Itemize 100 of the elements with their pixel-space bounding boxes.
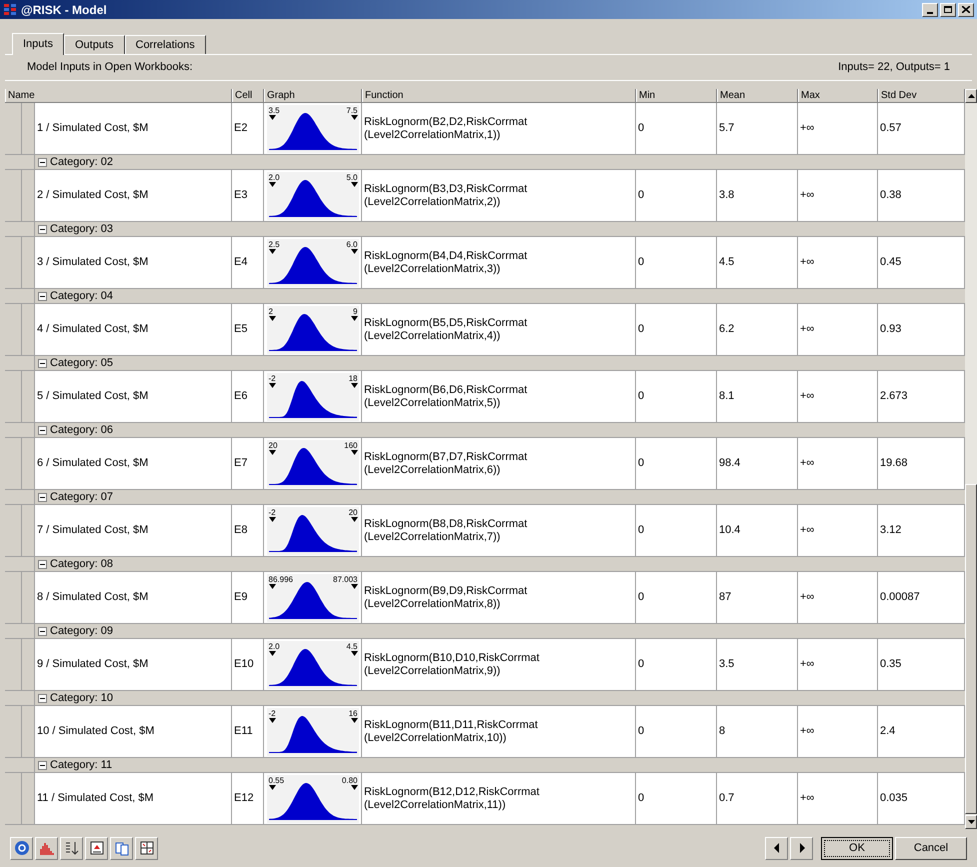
collapse-toggle[interactable] bbox=[38, 760, 47, 770]
graph-left-label: -2 bbox=[268, 374, 276, 382]
left-marker-icon[interactable] bbox=[268, 316, 276, 320]
previous-icon[interactable] bbox=[765, 836, 788, 860]
max-value: +∞ bbox=[800, 390, 814, 403]
right-marker-icon[interactable] bbox=[350, 516, 358, 522]
graph-right-label: 6.0 bbox=[346, 240, 358, 248]
copy-icon[interactable] bbox=[110, 836, 133, 860]
cancel-button[interactable]: Cancel bbox=[895, 836, 967, 860]
std-dev-value: 0.35 bbox=[880, 658, 902, 671]
window-title: @RISK - Model bbox=[21, 2, 107, 19]
collapse-toggle[interactable] bbox=[38, 224, 47, 234]
left-marker-icon[interactable] bbox=[268, 650, 276, 656]
min-value: 0 bbox=[638, 189, 644, 202]
mean-value: 8 bbox=[719, 725, 726, 738]
right-marker-icon[interactable] bbox=[350, 718, 358, 722]
help-icon[interactable] bbox=[10, 836, 33, 860]
left-marker-icon[interactable] bbox=[268, 248, 276, 254]
cell-reference: E8 bbox=[234, 524, 248, 537]
right-marker-icon[interactable] bbox=[350, 182, 358, 186]
maximize-button[interactable] bbox=[940, 2, 956, 17]
category-label: Category: 03 bbox=[50, 222, 113, 236]
graph-left-label: -2 bbox=[268, 508, 276, 516]
close-button[interactable] bbox=[958, 2, 974, 17]
collapse-toggle[interactable] bbox=[38, 560, 47, 568]
column-header[interactable]: Mean bbox=[717, 89, 798, 102]
collapse-toggle[interactable] bbox=[38, 626, 47, 636]
std-dev-value: 0.57 bbox=[880, 122, 902, 135]
right-marker-icon[interactable] bbox=[350, 248, 358, 254]
grid-icon[interactable] bbox=[135, 836, 158, 860]
cell-reference: E5 bbox=[234, 323, 248, 336]
column-header[interactable]: Graph bbox=[264, 89, 362, 102]
function-text: RiskLognorm(B11,D11,RiskCorrmat (Level2CorrelationMatrix,10)) bbox=[364, 718, 538, 744]
sort-icon[interactable] bbox=[60, 836, 83, 860]
app-logo-icon bbox=[3, 2, 19, 18]
right-marker-icon[interactable] bbox=[350, 450, 358, 454]
function-text: RiskLognorm(B2,D2,RiskCorrmat (Level2CorrelationMatrix,1)) bbox=[364, 116, 528, 142]
category-label: Category: 05 bbox=[50, 356, 113, 370]
mean-value: 0.7 bbox=[719, 792, 734, 805]
collapse-toggle[interactable] bbox=[38, 492, 47, 502]
graph-left-label: 86.996 bbox=[268, 574, 293, 584]
collapse-toggle[interactable] bbox=[38, 358, 47, 368]
left-marker-icon[interactable] bbox=[268, 784, 276, 790]
right-marker-icon[interactable] bbox=[350, 316, 358, 320]
input-name: 5 / Simulated Cost, $M bbox=[37, 390, 148, 403]
function-text: RiskLognorm(B9,D9,RiskCorrmat (Level2CorrelationMatrix,8)) bbox=[364, 584, 528, 610]
max-value: +∞ bbox=[800, 189, 814, 202]
scrollbar[interactable] bbox=[965, 89, 977, 829]
input-name: 11 / Simulated Cost, $M bbox=[37, 792, 154, 805]
category-label: Category: 02 bbox=[50, 156, 113, 168]
min-value: 0 bbox=[638, 457, 644, 470]
std-dev-value: 0.38 bbox=[880, 189, 902, 202]
window-icon[interactable] bbox=[85, 836, 108, 860]
category-label: Category: 10 bbox=[50, 692, 113, 704]
min-value: 0 bbox=[638, 792, 644, 805]
graph-right-label: 7.5 bbox=[346, 106, 358, 114]
right-marker-icon[interactable] bbox=[350, 784, 358, 790]
next-icon[interactable] bbox=[790, 836, 813, 860]
input-name: 9 / Simulated Cost, $M bbox=[37, 658, 148, 671]
right-marker-icon[interactable] bbox=[350, 382, 358, 388]
scroll-up-icon[interactable] bbox=[968, 94, 974, 98]
collapse-toggle[interactable] bbox=[38, 292, 47, 300]
input-name: 1 / Simulated Cost, $M bbox=[37, 122, 148, 135]
column-header[interactable]: Function bbox=[362, 89, 636, 102]
min-value: 0 bbox=[638, 390, 644, 403]
right-marker-icon[interactable] bbox=[350, 650, 358, 656]
scroll-down-icon[interactable] bbox=[968, 820, 974, 824]
collapse-toggle[interactable] bbox=[38, 158, 47, 166]
collapse-toggle[interactable] bbox=[38, 694, 47, 702]
right-marker-icon[interactable] bbox=[350, 584, 358, 588]
category-label: Category: 08 bbox=[50, 558, 113, 570]
max-value: +∞ bbox=[800, 658, 814, 671]
column-header[interactable]: Name bbox=[5, 89, 232, 102]
mean-value: 3.8 bbox=[719, 189, 734, 202]
subtitle: Model Inputs in Open Workbooks: bbox=[27, 60, 192, 76]
tab[interactable]: Correlations bbox=[124, 35, 206, 54]
graph-left-label: 0.55 bbox=[268, 776, 284, 784]
tab[interactable]: Outputs bbox=[64, 35, 124, 54]
left-marker-icon[interactable] bbox=[268, 382, 276, 388]
column-header[interactable]: Min bbox=[636, 89, 717, 102]
right-marker-icon[interactable] bbox=[350, 114, 358, 120]
left-marker-icon[interactable] bbox=[268, 450, 276, 454]
ok-button[interactable]: OK bbox=[821, 836, 893, 860]
tab[interactable]: Inputs bbox=[12, 33, 64, 55]
left-marker-icon[interactable] bbox=[268, 114, 276, 120]
max-value: +∞ bbox=[800, 792, 814, 805]
function-text: RiskLognorm(B3,D3,RiskCorrmat (Level2CorrelationMatrix,2)) bbox=[364, 182, 528, 208]
minimize-button[interactable] bbox=[922, 2, 938, 17]
min-value: 0 bbox=[638, 323, 644, 336]
graph-left-label: 20 bbox=[268, 440, 278, 450]
graph-right-label: 4.5 bbox=[346, 642, 358, 650]
column-header[interactable]: Max bbox=[798, 89, 878, 102]
left-marker-icon[interactable] bbox=[268, 584, 276, 588]
collapse-toggle[interactable] bbox=[38, 426, 47, 434]
left-marker-icon[interactable] bbox=[268, 718, 276, 722]
left-marker-icon[interactable] bbox=[268, 516, 276, 522]
graph-right-label: 0.80 bbox=[342, 776, 358, 784]
column-header[interactable]: Cell bbox=[232, 89, 264, 102]
histogram-icon[interactable] bbox=[35, 836, 58, 860]
left-marker-icon[interactable] bbox=[268, 182, 276, 186]
